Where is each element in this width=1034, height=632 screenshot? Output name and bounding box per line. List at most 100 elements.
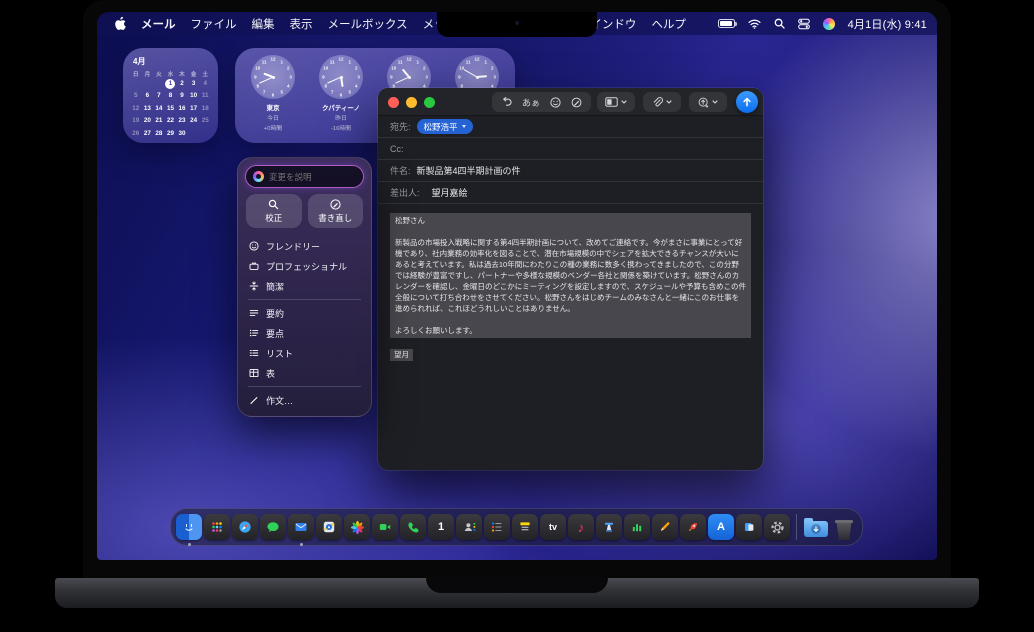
dock-item-passwords[interactable] — [736, 514, 762, 540]
list-icon — [249, 348, 259, 358]
dock-item-downloads[interactable] — [803, 514, 829, 540]
speech-bubble-icon — [266, 520, 280, 534]
dock-item-reminders[interactable] — [484, 514, 510, 540]
send-button[interactable] — [736, 91, 758, 113]
battery-icon[interactable] — [718, 19, 735, 28]
dock: 1 tv ♪ — [170, 508, 863, 546]
download-arrow-icon — [813, 526, 819, 533]
option-list[interactable]: リスト — [238, 343, 371, 363]
spotlight-search-icon[interactable] — [774, 18, 785, 29]
keynote-podium-icon — [602, 520, 616, 534]
music-note-icon: ♪ — [578, 520, 585, 535]
analog-clock: 121234567891011 — [251, 55, 295, 99]
smiley-icon — [249, 241, 259, 251]
body-greeting: 松野さん — [395, 215, 746, 226]
dock-item-safari[interactable] — [232, 514, 258, 540]
calendar-grid: 1234 567891011 12131415161718 1920212223… — [130, 78, 211, 140]
dock-item-settings[interactable] — [764, 514, 790, 540]
from-field[interactable]: 差出人: 望月嘉絵 — [378, 182, 763, 204]
calendar-today: 1 — [165, 78, 177, 90]
minimize-button[interactable] — [406, 97, 417, 108]
cc-field[interactable]: Cc: — [378, 138, 763, 160]
tv-label: tv — [549, 522, 557, 532]
divider — [248, 386, 361, 387]
dock-item-numbers[interactable] — [624, 514, 650, 540]
trash-icon — [831, 514, 857, 540]
recipient-chip[interactable]: 松野浩平 — [417, 119, 473, 134]
menu-help[interactable]: ヘルプ — [651, 16, 686, 32]
dock-item-app-store[interactable]: A — [708, 514, 734, 540]
zoom-button[interactable] — [424, 97, 435, 108]
subject-field[interactable]: 件名: 新製品第4四半期計画の件 — [378, 160, 763, 182]
menu-file[interactable]: ファイル — [191, 16, 237, 32]
dock-item-calendar[interactable]: 1 — [428, 514, 454, 540]
envelope-icon — [294, 520, 308, 534]
option-summary[interactable]: 要約 — [238, 303, 371, 323]
calendar-month-label: 4月 — [133, 56, 211, 67]
wifi-icon[interactable] — [748, 19, 761, 29]
dock-item-mail[interactable] — [288, 514, 314, 540]
message-body[interactable]: 松野さん 新製品の市場投入戦略に関する第4四半期計画について、改めてご連絡です。… — [378, 204, 763, 369]
dock-item-keynote[interactable] — [596, 514, 622, 540]
describe-change-field[interactable] — [246, 166, 363, 187]
describe-change-input[interactable] — [269, 172, 356, 182]
menu-mailbox[interactable]: メールボックス — [328, 16, 408, 32]
apple-menu-icon[interactable] — [115, 17, 126, 30]
analog-clock: 121234567891011 — [319, 55, 363, 99]
option-key-points[interactable]: 要点 — [238, 323, 371, 343]
dock-item-finder[interactable] — [176, 514, 202, 540]
subject-value: 新製品第4四半期計画の件 — [417, 164, 521, 177]
upload-circle-icon — [698, 97, 709, 108]
running-indicator — [188, 543, 191, 546]
close-button[interactable] — [388, 97, 399, 108]
mail-compose-window: あぁ — [378, 88, 763, 470]
dock-item-trash[interactable] — [831, 514, 857, 540]
option-professional[interactable]: プロフェッショナル — [238, 256, 371, 276]
phone-handset-icon — [406, 520, 420, 534]
mail-titlebar[interactable]: あぁ — [378, 88, 763, 116]
control-center-icon[interactable] — [798, 18, 810, 30]
menu-mail[interactable]: メール — [141, 16, 176, 32]
dock-item-notes[interactable] — [512, 514, 538, 540]
summary-icon — [249, 308, 259, 318]
dock-item-photos[interactable] — [344, 514, 370, 540]
dock-item-pages[interactable] — [652, 514, 678, 540]
to-field[interactable]: 宛先: 松野浩平 — [378, 116, 763, 138]
camera-notch — [437, 12, 597, 37]
option-compose[interactable]: 作文… — [238, 390, 371, 410]
safari-compass-icon — [238, 520, 252, 534]
dock-divider — [796, 514, 797, 540]
proofread-button[interactable]: 校正 — [246, 194, 302, 228]
rewrite-button[interactable]: 書き直し — [308, 194, 364, 228]
dock-item-contacts[interactable] — [456, 514, 482, 540]
siri-apple-intelligence-icon[interactable] — [823, 18, 835, 30]
menu-clock[interactable]: 4月1日(水) 9:41 — [848, 16, 927, 32]
reminders-list-icon — [490, 520, 504, 534]
dock-item-phone[interactable] — [400, 514, 426, 540]
calendar-widget[interactable]: 4月 日月火水木金土 1234 567891011 12131415161718… — [123, 48, 218, 143]
undo-icon[interactable] — [501, 97, 512, 107]
send-later-button[interactable] — [689, 92, 727, 112]
running-indicator — [300, 543, 303, 546]
video-camera-icon — [378, 520, 392, 534]
menu-view[interactable]: 表示 — [290, 16, 313, 32]
dock-item-tv[interactable]: tv — [540, 514, 566, 540]
chevron-down-icon — [712, 100, 718, 104]
dock-item-facetime[interactable] — [372, 514, 398, 540]
font-format-button[interactable]: あぁ — [522, 96, 540, 109]
option-friendly[interactable]: フレンドリー — [238, 236, 371, 256]
writing-tools-icon[interactable] — [571, 97, 582, 108]
chevron-down-icon — [666, 100, 672, 104]
dock-item-rocket[interactable] — [680, 514, 706, 540]
header-fields-button[interactable] — [597, 92, 635, 112]
dock-item-maps[interactable] — [316, 514, 342, 540]
attach-button[interactable] — [643, 92, 681, 112]
emoji-icon[interactable] — [550, 97, 561, 108]
menu-edit[interactable]: 編集 — [252, 16, 275, 32]
dock-item-messages[interactable] — [260, 514, 286, 540]
dock-item-music[interactable]: ♪ — [568, 514, 594, 540]
chevron-down-icon — [621, 100, 627, 104]
option-concise[interactable]: 簡潔 — [238, 276, 371, 296]
dock-item-apps[interactable] — [204, 514, 230, 540]
option-table[interactable]: 表 — [238, 363, 371, 383]
